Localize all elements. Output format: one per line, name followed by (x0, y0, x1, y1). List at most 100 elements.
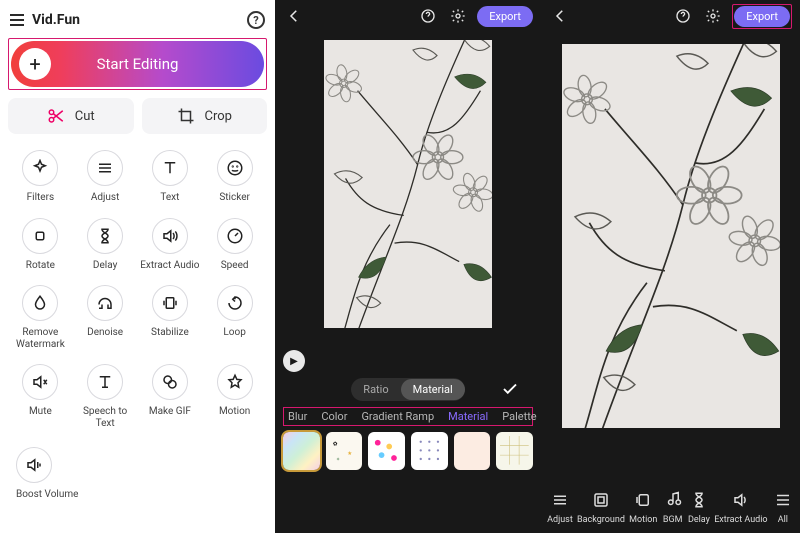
btool-motion[interactable]: Motion (629, 489, 657, 525)
sliders-icon (551, 491, 569, 509)
start-editing-highlight: + Start Editing (8, 38, 267, 90)
help-button-right[interactable] (672, 5, 694, 27)
sparkle-icon (31, 159, 49, 177)
home-header: Vid.Fun ? (6, 6, 269, 34)
mute-icon (31, 373, 49, 391)
btool-extract-audio[interactable]: Extract Audio (714, 489, 767, 525)
background-icon (592, 491, 610, 509)
material-subtabs: Blur Color Gradient Ramp Material Palett… (288, 410, 528, 423)
text-icon (161, 159, 179, 177)
tool-adjust[interactable]: Adjust (73, 150, 138, 204)
svg-text:✿: ✿ (333, 441, 338, 448)
material-swatches: ✿★✦ (275, 432, 541, 470)
menu-icon[interactable] (6, 14, 24, 26)
home-panel: Vid.Fun ? + Start Editing Cut Crop Filte… (0, 0, 275, 533)
subtab-material[interactable]: Material (448, 410, 488, 423)
back-button[interactable] (283, 5, 305, 27)
editor-pane-main: Export ▶ Adjust Background Motion BGM De… (541, 0, 800, 533)
tool-speech-to-text[interactable]: Speech to Text (73, 364, 138, 429)
tool-mute[interactable]: Mute (8, 364, 73, 429)
swatch-pattern-3[interactable] (368, 432, 405, 470)
swatch-pattern-6[interactable] (496, 432, 533, 470)
hourglass-icon (96, 227, 114, 245)
confirm-button[interactable] (501, 380, 519, 402)
subtab-gradient[interactable]: Gradient Ramp (361, 410, 434, 423)
audio-out-icon (732, 491, 750, 509)
btool-delay[interactable]: Delay (688, 489, 710, 525)
rotate-icon (31, 227, 49, 245)
droplet-icon (31, 294, 49, 312)
menu-icon (774, 491, 792, 509)
tool-make-gif[interactable]: Make GIF (138, 364, 203, 429)
smiley-icon (226, 159, 244, 177)
crop-button[interactable]: Crop (142, 98, 268, 134)
gear-icon (705, 8, 721, 24)
editor-right-topbar: Export (541, 0, 800, 32)
help-circle-icon (420, 8, 436, 24)
mode-material[interactable]: Material (401, 379, 465, 400)
scissors-icon (47, 107, 65, 125)
stabilize-icon (161, 294, 179, 312)
back-button-right[interactable] (549, 5, 571, 27)
cut-button[interactable]: Cut (8, 98, 134, 134)
preview-canvas (324, 40, 492, 328)
start-editing-button[interactable]: + Start Editing (11, 41, 264, 87)
export-button-right[interactable]: Export (734, 6, 790, 27)
subtab-blur[interactable]: Blur (288, 410, 307, 423)
tool-extract-audio[interactable]: Extract Audio (138, 218, 203, 272)
preview-canvas-right (562, 44, 780, 428)
preview-right[interactable] (556, 38, 786, 434)
export-button[interactable]: Export (477, 6, 533, 27)
tool-speed[interactable]: Speed (202, 218, 267, 272)
btool-all[interactable]: All (772, 489, 794, 525)
app-root: Vid.Fun ? + Start Editing Cut Crop Filte… (0, 0, 800, 533)
play-button[interactable]: ▶ (283, 350, 305, 372)
help-circle-icon (675, 8, 691, 24)
tool-denoise[interactable]: Denoise (73, 285, 138, 350)
tool-remove-watermark[interactable]: Remove Watermark (8, 285, 73, 350)
tool-loop[interactable]: Loop (202, 285, 267, 350)
tool-sticker[interactable]: Sticker (202, 150, 267, 204)
hourglass-icon (690, 491, 708, 509)
quick-actions: Cut Crop (6, 98, 269, 146)
tool-delay[interactable]: Delay (73, 218, 138, 272)
swatch-pattern-5[interactable] (454, 432, 491, 470)
gif-icon (161, 373, 179, 391)
export-highlight: Export (732, 4, 792, 29)
arrow-left-icon (285, 7, 303, 25)
audio-out-icon (161, 227, 179, 245)
motion-icon (634, 491, 652, 509)
tool-stabilize[interactable]: Stabilize (138, 285, 203, 350)
settings-button[interactable] (447, 5, 469, 27)
tool-motion[interactable]: Motion (202, 364, 267, 429)
btool-background[interactable]: Background (577, 489, 625, 525)
start-editing-label: Start Editing (11, 55, 264, 73)
help-icon[interactable]: ? (247, 11, 265, 29)
subtab-palette[interactable]: Palette (502, 410, 536, 423)
btool-bgm[interactable]: BGM (662, 489, 684, 525)
settings-button-right[interactable] (702, 5, 724, 27)
btool-adjust[interactable]: Adjust (547, 489, 573, 525)
swatch-rainbow[interactable] (283, 432, 320, 470)
crop-label: Crop (205, 109, 232, 124)
headphones-icon (96, 294, 114, 312)
tool-rotate[interactable]: Rotate (8, 218, 73, 272)
swatch-pattern-2[interactable]: ✿★✦ (326, 432, 363, 470)
editor-pane-material: Export ▶ Ratio Material Blur Color Gradi… (275, 0, 541, 533)
volume-up-icon (25, 456, 43, 474)
bottom-toolbar: Adjust Background Motion BGM Delay Extra… (541, 483, 800, 533)
editor-mid-topbar: Export (275, 0, 541, 32)
tool-filters[interactable]: Filters (8, 150, 73, 204)
editor-area: Export ▶ Ratio Material Blur Color Gradi… (275, 0, 800, 533)
tool-text[interactable]: Text (138, 150, 203, 204)
mode-ratio[interactable]: Ratio (351, 379, 400, 400)
app-title: Vid.Fun (32, 12, 247, 28)
help-button[interactable] (417, 5, 439, 27)
swatch-pattern-4[interactable] (411, 432, 448, 470)
stt-icon (96, 373, 114, 391)
tool-boost-volume[interactable]: Boost Volume (6, 447, 269, 500)
subtab-color[interactable]: Color (321, 410, 347, 423)
crop-icon (177, 107, 195, 125)
preview-mid[interactable] (318, 34, 498, 334)
svg-text:✦: ✦ (335, 456, 340, 463)
